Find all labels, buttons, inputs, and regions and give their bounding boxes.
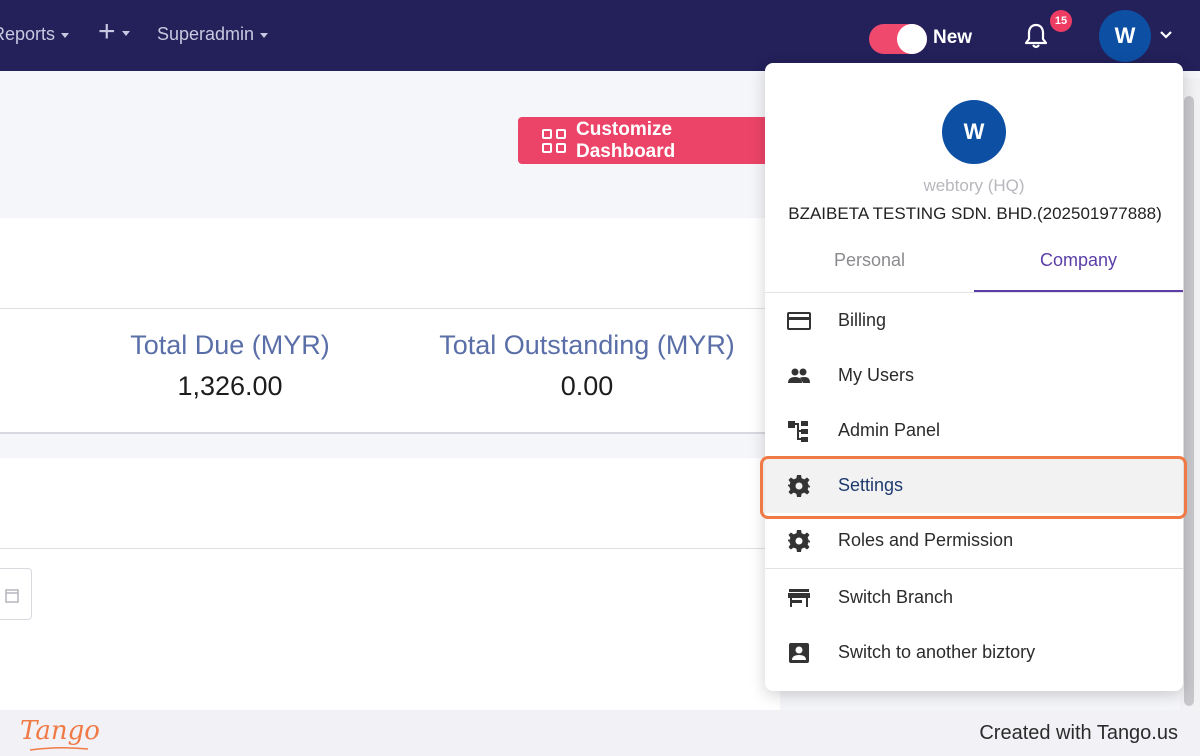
menu-item-label: Switch Branch [838, 587, 954, 607]
chevron-down-icon[interactable] [1159, 30, 1173, 40]
stat-label: Total Due (MYR) [130, 330, 330, 360]
dropdown-tabs: Personal Company [765, 241, 1183, 293]
users-icon [788, 368, 810, 383]
tango-logo: Tango [20, 716, 100, 746]
nav-reports-label: Reports [0, 24, 56, 44]
secondary-card [0, 458, 780, 710]
app-frame: Reports + Superadmin New 15 W Customize … [0, 0, 1200, 710]
menu-item-admin-panel[interactable]: Admin Panel [765, 403, 1183, 458]
caret-down-icon [61, 33, 70, 38]
menu-item-label: Billing [838, 310, 887, 330]
menu-item-roles-permission[interactable]: Roles and Permission [765, 513, 1183, 568]
menu-item-label: My Users [838, 365, 914, 385]
account-box-icon [789, 642, 809, 663]
stat-value: 1,326.00 [177, 371, 283, 401]
menu-item-billing[interactable]: Billing [765, 293, 1183, 348]
customize-dashboard-label: Customize Dashboard [576, 118, 676, 162]
caret-down-icon [121, 30, 130, 36]
stat-total-outstanding: Total Outstanding (MYR) 0.00 [437, 330, 737, 402]
menu-item-label: Settings [838, 475, 904, 495]
menu-item-my-users[interactable]: My Users [765, 348, 1183, 403]
footer-credit: Created with Tango.us [979, 722, 1178, 744]
nav-superadmin-label: Superadmin [157, 24, 255, 44]
tango-footer: Tango Created with Tango.us [0, 710, 1200, 756]
toggle-knob [897, 24, 927, 54]
gear-icon [788, 474, 810, 497]
gear-icon [788, 529, 810, 552]
calendar-icon [5, 589, 19, 603]
bell-icon[interactable] [1023, 22, 1049, 50]
calendar-button[interactable] [0, 568, 32, 620]
menu-item-switch-biztory[interactable]: Switch to another biztory [765, 625, 1183, 680]
menu-item-settings[interactable]: Settings [765, 458, 1183, 513]
nav-superadmin-menu[interactable]: Superadmin [157, 24, 269, 45]
notification-badge: 15 [1050, 10, 1072, 32]
store-icon [788, 588, 810, 607]
nav-reports-menu[interactable]: Reports [0, 24, 70, 45]
stat-label: Total Outstanding (MYR) [439, 330, 735, 360]
grid-icon [542, 128, 566, 153]
customize-dashboard-button[interactable]: Customize Dashboard [518, 117, 768, 164]
tab-personal[interactable]: Personal [765, 241, 974, 292]
menu-divider [765, 568, 1183, 569]
card-divider [0, 308, 780, 309]
hierarchy-icon [788, 420, 808, 442]
summary-card: Total Due (MYR) 1,326.00 Total Outstandi… [0, 218, 780, 434]
nav-add-menu[interactable]: + [98, 15, 130, 48]
top-navbar: Reports + Superadmin New 15 W [0, 0, 1200, 71]
account-dropdown: W webtory (HQ) BZAIBETA TESTING SDN. BHD… [765, 63, 1183, 691]
credit-card-icon [787, 311, 811, 330]
caret-down-icon [260, 33, 269, 38]
user-avatar-button[interactable]: W [1099, 10, 1151, 62]
stat-value: 0.00 [560, 371, 614, 401]
toggle-label: New [933, 27, 973, 48]
tango-underline-icon [30, 746, 88, 751]
scrollbar-thumb[interactable] [1184, 96, 1194, 706]
new-ui-toggle[interactable] [869, 24, 927, 54]
menu-item-label: Roles and Permission [838, 530, 1014, 550]
menu-item-switch-branch[interactable]: Switch Branch [765, 570, 1183, 625]
dropdown-company-name: BZAIBETA TESTING SDN. BHD.(202501977888) [788, 204, 1162, 223]
menu-item-label: Switch to another biztory [838, 642, 1036, 662]
menu-item-label: Admin Panel [838, 420, 941, 440]
stat-total-due: Total Due (MYR) 1,326.00 [130, 330, 330, 402]
tab-company[interactable]: Company [974, 241, 1183, 292]
dropdown-user-name: webtory (HQ) [923, 176, 1025, 195]
card-divider [0, 548, 780, 549]
plus-icon: + [98, 15, 116, 48]
dropdown-avatar: W [942, 100, 1006, 164]
